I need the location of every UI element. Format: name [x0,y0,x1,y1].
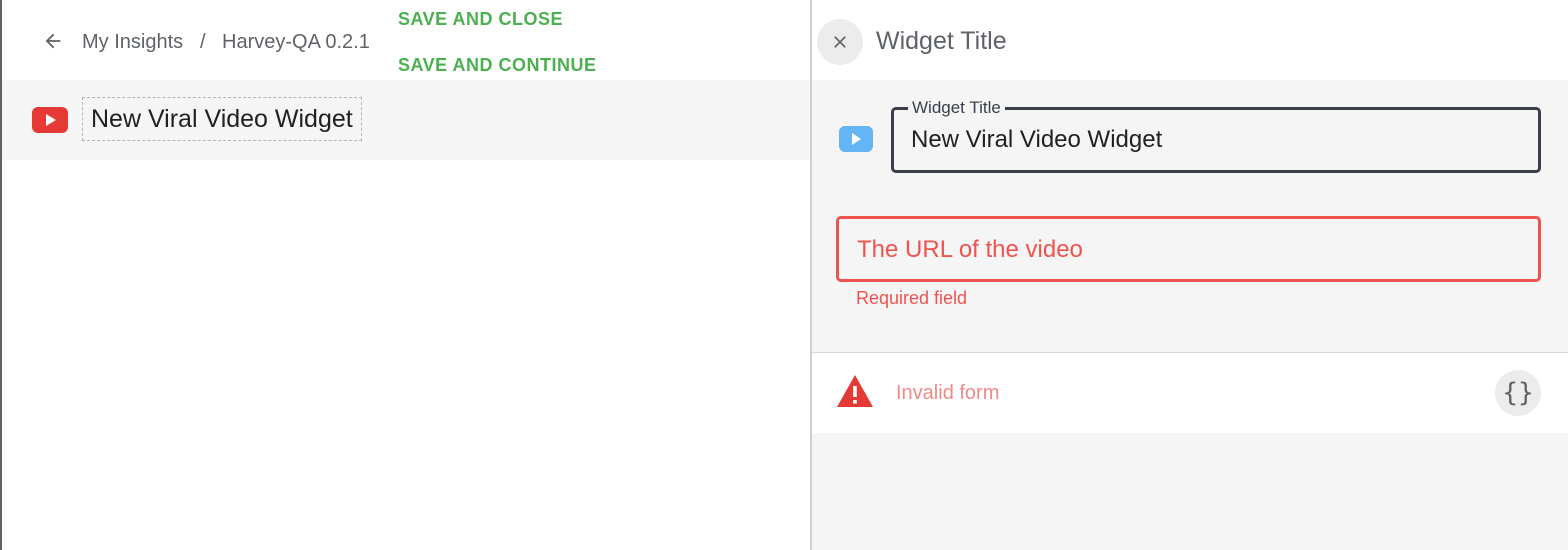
breadcrumb-separator: / [200,31,206,53]
warning-icon [837,375,873,407]
invalid-form-status: Invalid form [896,382,1000,404]
panel-title: Widget Title [876,27,1007,55]
close-icon [834,36,846,48]
url-required-error: Required field [856,288,968,308]
breadcrumb-dashboard[interactable]: Harvey-QA 0.2.1 [222,30,370,54]
widget-title-input[interactable] [911,126,1511,154]
youtube-icon [32,107,68,133]
widget-title-field: Widget Title [891,98,1541,173]
widget-row: New Viral Video Widget [2,80,810,160]
widget-title-field-label: Widget Title [908,98,1005,118]
back-button[interactable] [38,26,68,56]
widget-settings-panel: Widget Title Widget Title Required field… [812,0,1568,550]
video-url-input[interactable] [857,236,1517,264]
video-play-icon [839,126,873,152]
editor-pane: My Insights / Harvey-QA 0.2.1 SAVE AND C… [0,0,810,550]
save-and-continue-button[interactable]: SAVE AND CONTINUE [398,54,597,76]
save-and-close-button[interactable]: SAVE AND CLOSE [398,8,563,30]
arrow-back-icon [45,33,61,49]
form-status-bar: Invalid form {} [812,353,1568,433]
widget-title-editable[interactable]: New Viral Video Widget [82,97,362,141]
panel-header: Widget Title [812,0,1568,80]
video-url-field [836,216,1541,282]
json-view-button[interactable]: {} [1495,370,1541,416]
breadcrumb-my-insights[interactable]: My Insights [82,30,183,54]
close-panel-button[interactable] [817,19,863,65]
